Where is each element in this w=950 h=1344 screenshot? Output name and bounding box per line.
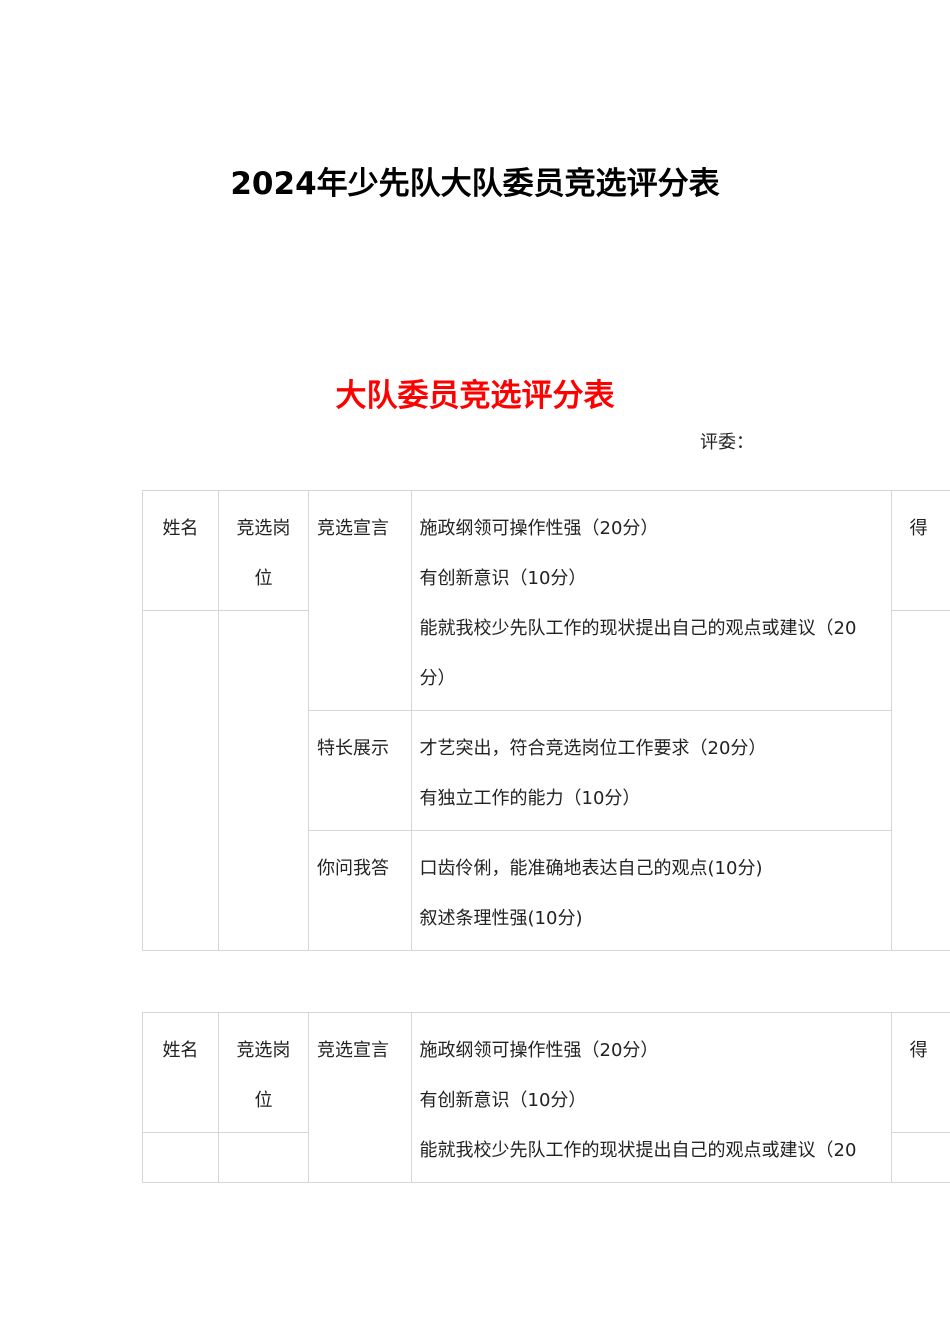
section-label-cell: 特长展示: [308, 710, 412, 831]
criterion: 施政纲领可操作性强（20分）: [419, 518, 659, 539]
score-header: 得: [909, 518, 928, 539]
name-header: 姓名: [162, 1040, 199, 1061]
position-header-line1: 竞选岗: [236, 518, 291, 539]
score-header-cell: 得: [890, 490, 950, 611]
criteria-list: 施政纲领可操作性强（20分） 有创新意识（10分） 能就我校少先队工作的现状提出…: [412, 1013, 891, 1176]
score-table: 姓名 竞选岗 位 竞选宣言 施政纲领可操作性强（20分） 有创新意识（10分） …: [142, 1012, 950, 1183]
criteria-list: 才艺突出，符合竞选岗位工作要求（20分） 有独立工作的能力（10分）: [412, 711, 891, 824]
criterion: 才艺突出，符合竞选岗位工作要求（20分）: [419, 738, 767, 759]
criteria-list: 施政纲领可操作性强（20分） 有创新意识（10分） 能就我校少先队工作的现状提出…: [412, 491, 891, 704]
criteria-cell: 施政纲领可操作性强（20分） 有创新意识（10分） 能就我校少先队工作的现状提出…: [410, 1012, 892, 1183]
table-row: 姓名 竞选岗 位 竞选宣言 施政纲领可操作性强（20分） 有创新意识（10分） …: [142, 490, 950, 711]
section-label: 竞选宣言: [317, 1040, 390, 1061]
position-header-cell: 竞选岗 位: [217, 490, 310, 611]
criterion: 施政纲领可操作性强（20分）: [419, 1040, 659, 1061]
section-label: 你问我答: [317, 858, 390, 879]
sheet-title: 大队委员竞选评分表: [335, 378, 615, 414]
judge-label: 评委：: [700, 432, 754, 453]
position-header: 竞选岗 位: [219, 1013, 308, 1126]
name-value-cell[interactable]: [142, 610, 219, 951]
section-label: 竞选宣言: [317, 518, 390, 539]
document-title: 2024年少先队大队委员竞选评分表: [230, 166, 720, 202]
criterion: 能就我校少先队工作的现状提出自己的观点或建议（20: [419, 618, 857, 639]
criteria-cell: 才艺突出，符合竞选岗位工作要求（20分） 有独立工作的能力（10分）: [410, 710, 892, 831]
name-value-cell[interactable]: [142, 1132, 219, 1183]
score-table: 姓名 竞选岗 位 竞选宣言 施政纲领可操作性强（20分） 有创新意识（10分） …: [142, 490, 950, 951]
position-header-cell: 竞选岗 位: [217, 1012, 310, 1133]
section-label: 特长展示: [317, 738, 390, 759]
criterion: 能就我校少先队工作的现状提出自己的观点或建议（20: [419, 1140, 857, 1161]
table-row: 姓名 竞选岗 位 竞选宣言 施政纲领可操作性强（20分） 有创新意识（10分） …: [142, 1012, 950, 1183]
criterion: 叙述条理性强(10分): [419, 908, 583, 929]
position-value-cell[interactable]: [217, 610, 310, 951]
criteria-cell: 口齿伶俐，能准确地表达自己的观点(10分) 叙述条理性强(10分): [410, 830, 892, 951]
section-label-cell: 竞选宣言: [308, 1012, 412, 1183]
name-header: 姓名: [162, 518, 199, 539]
position-header-line2: 位: [254, 568, 273, 589]
position-header-line1: 竞选岗: [236, 1040, 291, 1061]
position-value-cell[interactable]: [217, 1132, 310, 1183]
criteria-cell: 施政纲领可操作性强（20分） 有创新意识（10分） 能就我校少先队工作的现状提出…: [410, 490, 892, 711]
score-value-cell[interactable]: [890, 1132, 950, 1183]
criterion: 分）: [419, 668, 456, 689]
criterion: 有独立工作的能力（10分）: [419, 788, 641, 809]
section-label-cell: 竞选宣言: [308, 490, 412, 711]
position-header-line2: 位: [254, 1090, 273, 1111]
position-header: 竞选岗 位: [219, 491, 308, 604]
name-header-cell: 姓名: [142, 490, 219, 611]
name-header-cell: 姓名: [142, 1012, 219, 1133]
criterion: 有创新意识（10分）: [419, 1090, 587, 1111]
score-value-cell[interactable]: [890, 610, 950, 951]
score-header-cell: 得: [890, 1012, 950, 1133]
criterion: 口齿伶俐，能准确地表达自己的观点(10分): [419, 858, 763, 879]
section-label-cell: 你问我答: [308, 830, 412, 951]
criteria-list: 口齿伶俐，能准确地表达自己的观点(10分) 叙述条理性强(10分): [412, 831, 891, 944]
criterion: 有创新意识（10分）: [419, 568, 587, 589]
score-header: 得: [909, 1040, 928, 1061]
